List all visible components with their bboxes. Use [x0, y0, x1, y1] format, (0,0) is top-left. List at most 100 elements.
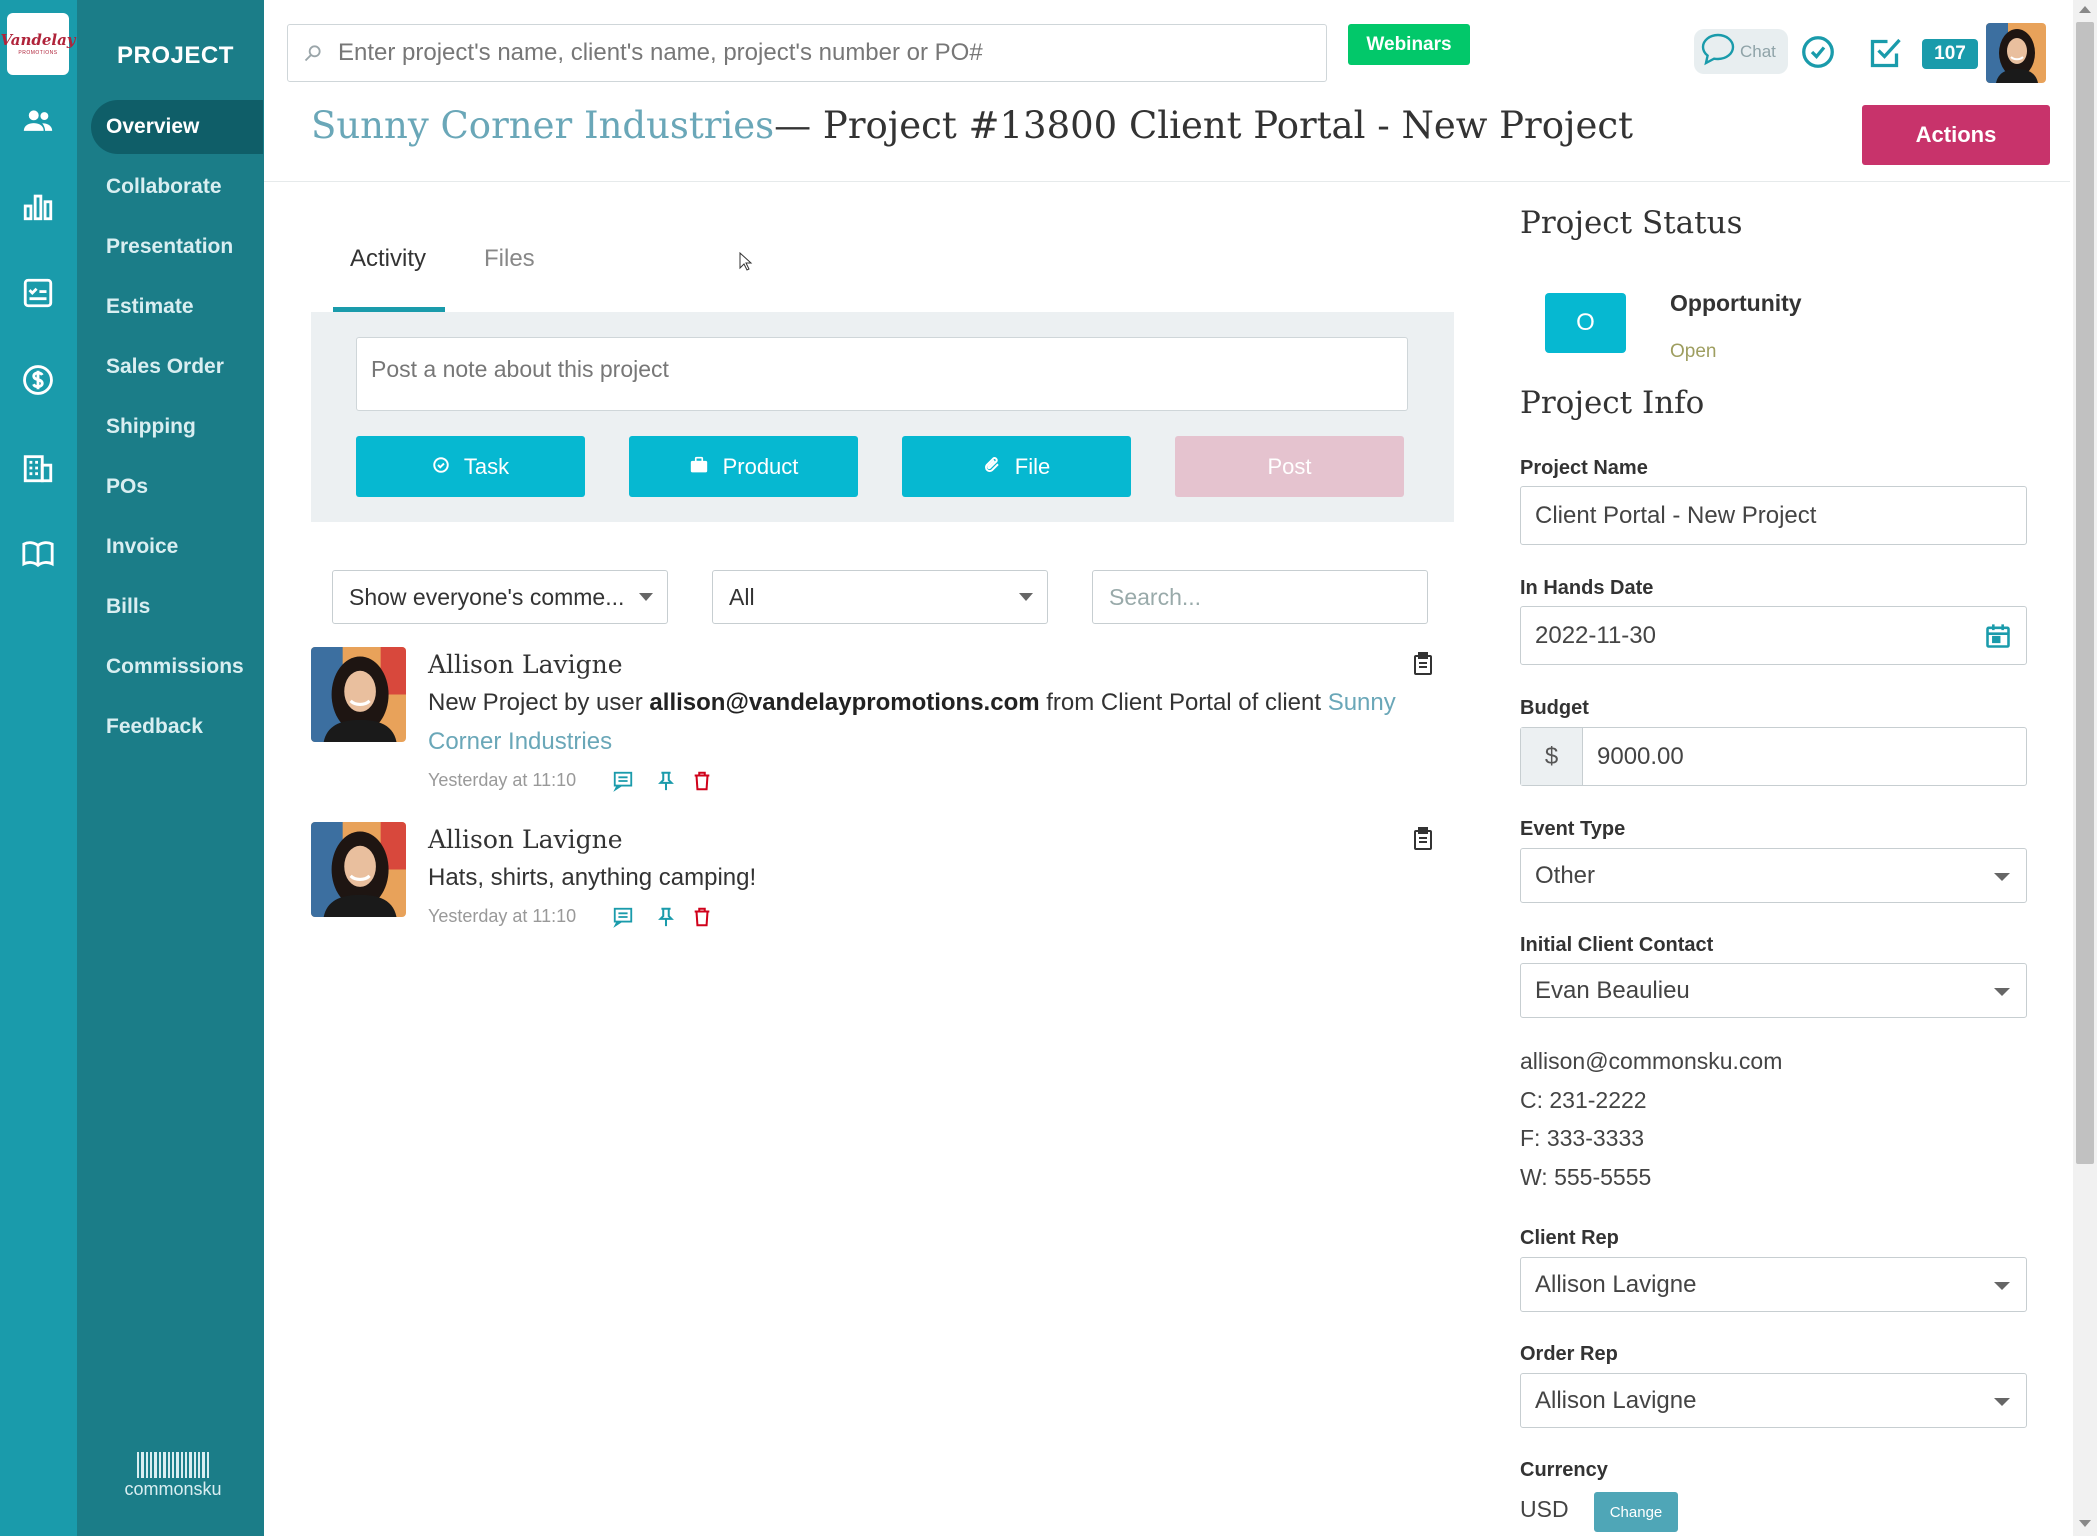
trash-icon[interactable]	[691, 770, 713, 792]
in-hands-date-label: In Hands Date	[1520, 577, 1654, 599]
scroll-thumb[interactable]	[2076, 22, 2094, 1164]
contact-email: allison@commonsku.com	[1520, 1048, 1783, 1074]
notification-count-badge[interactable]: 107	[1922, 39, 1978, 69]
trash-icon[interactable]	[691, 906, 713, 928]
sidebar-item-shipping[interactable]: Shipping	[91, 400, 263, 454]
chevron-down-icon	[1994, 1282, 2010, 1290]
book-icon[interactable]	[20, 536, 56, 572]
contact-fax: F: 333-3333	[1520, 1125, 1645, 1151]
status-badge: O	[1545, 293, 1626, 353]
sidebar-item-sales-order[interactable]: Sales Order	[91, 340, 263, 394]
status-label: Opportunity	[1670, 290, 1802, 316]
post-button[interactable]: Post	[1175, 436, 1404, 497]
in-hands-date-field[interactable]: 2022-11-30	[1520, 606, 2027, 665]
comment-icon[interactable]	[612, 906, 634, 928]
header-divider	[264, 181, 2070, 182]
project-name-field[interactable]: Client Portal - New Project	[1520, 486, 2027, 545]
dollar-icon[interactable]	[20, 362, 56, 398]
budget-label: Budget	[1520, 697, 1589, 719]
tab-activity[interactable]: Activity	[350, 245, 426, 273]
chat-icon	[1700, 32, 1736, 71]
chat-button[interactable]: Chat	[1694, 29, 1788, 74]
sidebar-item-feedback[interactable]: Feedback	[91, 700, 263, 754]
clock-icon	[432, 454, 450, 480]
people-icon[interactable]	[20, 103, 56, 139]
scroll-down-icon[interactable]	[2079, 1520, 2091, 1527]
mouse-cursor-icon	[739, 251, 753, 277]
checklist-icon[interactable]	[20, 275, 56, 311]
sidebar-item-collaborate[interactable]: Collaborate	[91, 160, 263, 214]
calendar-icon[interactable]	[1984, 622, 2012, 657]
user-avatar[interactable]	[1986, 23, 2046, 83]
project-name-label: Project Name	[1520, 457, 1648, 479]
pin-icon[interactable]	[655, 906, 677, 928]
project-search[interactable]	[287, 24, 1327, 82]
user-email: allison@vandelaypromotions.com	[649, 689, 1040, 716]
entry-author: Allison Lavigne	[428, 825, 623, 854]
chevron-down-icon	[1994, 1398, 2010, 1406]
activity-search-input[interactable]: Search...	[1092, 570, 1428, 624]
sidebar-item-bills[interactable]: Bills	[91, 580, 263, 634]
search-input[interactable]	[338, 39, 1298, 67]
project-title: — Project #13800 Client Portal - New Pro…	[774, 104, 1633, 147]
type-filter-select[interactable]: All	[712, 570, 1048, 624]
task-button[interactable]: Task	[356, 436, 585, 497]
paperclip-icon	[983, 454, 1001, 480]
budget-field[interactable]: $ 9000.00	[1520, 727, 2027, 786]
chevron-down-icon	[1994, 988, 2010, 996]
clipboard-icon[interactable]	[1412, 827, 1434, 851]
entry-timestamp: Yesterday at 11:10	[428, 906, 577, 926]
order-rep-select[interactable]: Allison Lavigne	[1520, 1373, 2027, 1428]
project-status-heading: Project Status	[1520, 205, 1743, 241]
currency-label: Currency	[1520, 1459, 1608, 1481]
entry-text: Hats, shirts, anything camping!	[428, 864, 757, 891]
chevron-down-icon	[1994, 873, 2010, 881]
entry-timestamp: Yesterday at 11:10	[428, 770, 577, 790]
clipboard-icon[interactable]	[1412, 652, 1434, 676]
initial-client-contact-select[interactable]: Evan Beaulieu	[1520, 963, 2027, 1018]
currency-value: USD	[1520, 1496, 1569, 1522]
client-rep-label: Client Rep	[1520, 1227, 1619, 1249]
entry-text: New Project by user allison@vandelayprom…	[428, 689, 1396, 755]
webinars-button[interactable]: Webinars	[1348, 24, 1470, 65]
page-scrollbar[interactable]	[2073, 0, 2097, 1536]
event-type-label: Event Type	[1520, 818, 1626, 840]
chevron-down-icon	[639, 593, 653, 601]
event-type-select[interactable]: Other	[1520, 848, 2027, 903]
comment-icon[interactable]	[612, 770, 634, 792]
contact-cell: C: 231-2222	[1520, 1087, 1647, 1113]
product-button[interactable]: Product	[629, 436, 858, 497]
change-currency-button[interactable]: Change	[1594, 1492, 1678, 1532]
currency-addon: $	[1521, 728, 1583, 785]
comments-filter-select[interactable]: Show everyone's comme...	[332, 570, 668, 624]
sidebar-item-overview[interactable]: Overview	[91, 100, 263, 154]
scroll-up-icon[interactable]	[2079, 6, 2091, 13]
chevron-down-icon	[1019, 593, 1033, 601]
sidebar-item-pos[interactable]: POs	[91, 460, 263, 514]
actions-button[interactable]: Actions	[1862, 105, 2050, 165]
sidebar-item-invoice[interactable]: Invoice	[91, 520, 263, 574]
note-textarea[interactable]: Post a note about this project	[356, 337, 1408, 411]
sidebar-item-estimate[interactable]: Estimate	[91, 280, 263, 334]
contact-work: W: 555-5555	[1520, 1164, 1652, 1190]
file-button[interactable]: File	[902, 436, 1131, 497]
search-icon	[288, 43, 338, 63]
commonsku-logo: commonsku	[123, 1452, 223, 1500]
sidebar-item-presentation[interactable]: Presentation	[91, 220, 263, 274]
project-info-heading: Project Info	[1520, 385, 1705, 421]
order-rep-label: Order Rep	[1520, 1343, 1618, 1365]
author-avatar	[311, 647, 406, 742]
company-logo[interactable]: Vandelay PROMOTIONS	[0, 13, 76, 75]
client-rep-select[interactable]: Allison Lavigne	[1520, 1257, 2027, 1312]
page-title: Sunny Corner Industries— Project #13800 …	[311, 104, 1633, 147]
pin-icon[interactable]	[655, 770, 677, 792]
clock-check-icon[interactable]	[1800, 34, 1836, 70]
briefcase-icon	[689, 454, 709, 480]
sidebar-item-commissions[interactable]: Commissions	[91, 640, 263, 694]
tab-files[interactable]: Files	[484, 245, 535, 273]
entry-author: Allison Lavigne	[428, 650, 623, 679]
bar-chart-icon[interactable]	[20, 188, 56, 224]
building-icon[interactable]	[20, 450, 56, 486]
task-check-icon[interactable]	[1868, 34, 1904, 70]
client-link[interactable]: Sunny Corner Industries	[311, 104, 774, 147]
